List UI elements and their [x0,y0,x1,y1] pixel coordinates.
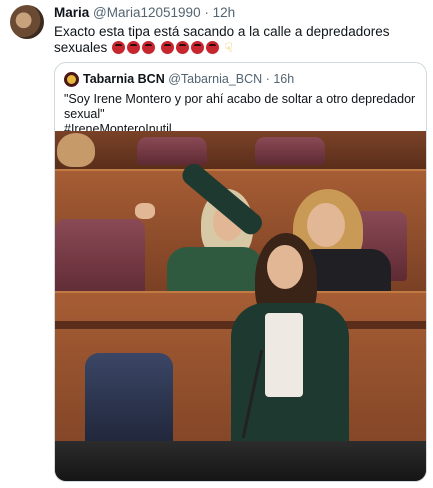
quoted-author-handle: @Tabarnia_BCN [168,72,263,86]
parliament-seat [137,137,207,165]
background-person [57,133,95,167]
angry-face-icon [175,41,189,54]
tweet-text: Exacto esta tipa está sacando a la calle… [54,24,426,56]
speaker-shirt [265,313,303,397]
empty-chair [85,353,173,449]
angry-face-icon [160,41,174,54]
angry-face-icon [112,41,126,54]
seated-person-body [167,247,263,291]
speaker-face [267,245,303,289]
parliament-seat [255,137,325,165]
parliament-bench [55,131,426,169]
quoted-author-avatar [64,72,79,87]
angry-face-icon [205,41,219,54]
quoted-tweet-time: 16h [273,72,295,86]
author-handle[interactable]: @Maria12051990 [93,5,201,20]
tweet-header: Maria @Maria12051990 · 12h [54,5,235,21]
dot-separator: · [265,72,270,86]
angry-face-icon [127,41,141,54]
parliament-seat [55,219,145,299]
quoted-author-name: Tabarnia BCN [83,72,165,86]
tweet-photo[interactable] [55,131,426,481]
dot-separator: · [204,5,209,20]
quoted-tweet-header: Tabarnia BCN @Tabarnia_BCN · 16h [83,72,294,87]
pointing-down-hand-icon: ☟ [224,40,233,55]
author-avatar[interactable] [10,5,44,39]
angry-face-icon [142,41,156,54]
speaker-pointing-hand [135,203,155,219]
tweet-body: Exacto esta tipa está sacando a la calle… [54,24,390,55]
quoted-tweet[interactable]: Tabarnia BCN @Tabarnia_BCN · 16h "Soy Ir… [54,62,427,482]
author-name[interactable]: Maria [54,5,89,20]
quoted-tweet-body: "Soy Irene Montero y por ahí acabo de so… [64,92,416,121]
tweet-time[interactable]: 12h [213,5,236,20]
seated-person-face [307,203,345,247]
desk-front [55,441,426,481]
angry-face-icon [190,41,204,54]
